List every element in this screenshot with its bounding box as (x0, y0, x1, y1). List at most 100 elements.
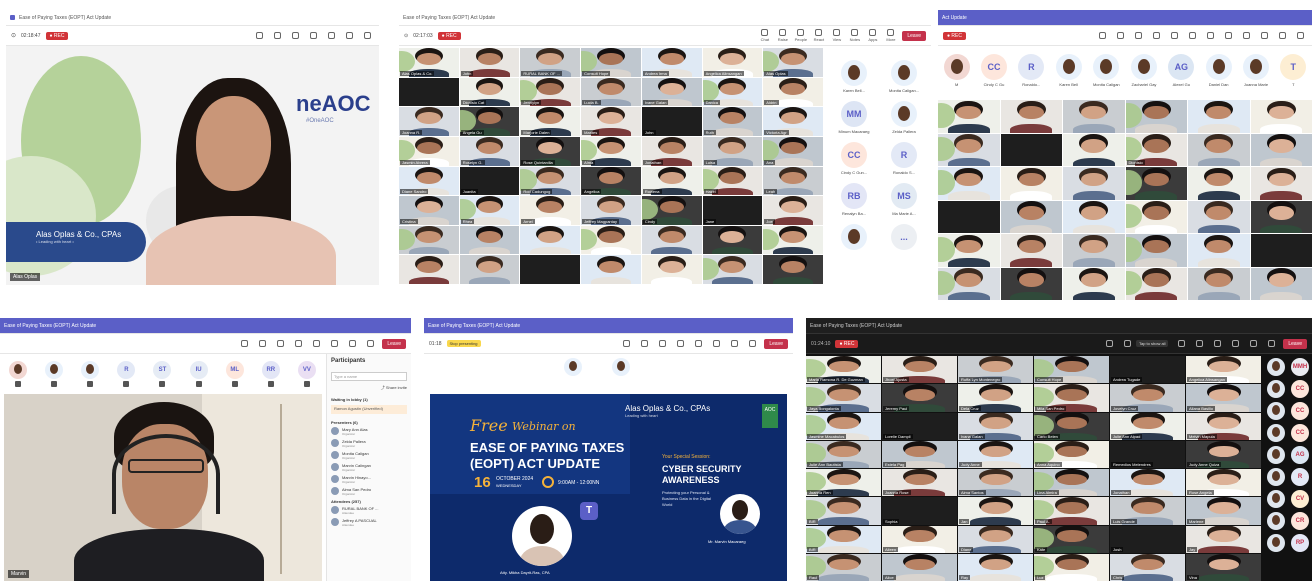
participant-card[interactable]: ML (225, 361, 244, 387)
video-tile[interactable]: Lina Almira (1034, 469, 1109, 497)
video-tile[interactable]: Diane Sandro (399, 166, 459, 196)
video-tile[interactable]: Josh (1110, 525, 1185, 553)
video-tile[interactable]: Consult Hope (1034, 356, 1109, 384)
video-tile[interactable]: Jasmine Macabulos (806, 412, 881, 440)
participant-card[interactable]: R (117, 361, 136, 387)
video-tile[interactable]: Joanna Rose (882, 469, 957, 497)
video-tile[interactable]: Victoria Agr (763, 107, 823, 136)
participant-card[interactable]: Karen Bell... (841, 60, 867, 93)
share-button[interactable] (1294, 32, 1307, 39)
video-tile[interactable]: Cindy (641, 196, 702, 225)
avatar[interactable]: MM (841, 101, 867, 127)
avatar[interactable]: IU (189, 361, 208, 379)
notes-button[interactable] (328, 340, 341, 347)
avatar[interactable] (1242, 54, 1269, 80)
video-tile[interactable]: Angelica (581, 166, 641, 196)
video-tile[interactable] (763, 225, 823, 255)
notes-button[interactable] (710, 340, 723, 347)
avatar[interactable] (1267, 446, 1285, 464)
video-tile[interactable]: Maria Ramona R. De Guzman (806, 356, 881, 384)
video-tile[interactable]: Juanita (459, 166, 520, 196)
participant-card[interactable]: CC Cindy C Gun... (841, 142, 867, 175)
avatar[interactable]: CC (980, 54, 1007, 80)
video-tile[interactable]: Jaya Bongalonta (806, 384, 881, 412)
people-button[interactable] (289, 32, 302, 39)
avatar[interactable] (943, 54, 970, 80)
video-tile[interactable] (399, 77, 459, 107)
video-tile[interactable] (641, 255, 702, 284)
video-tile[interactable]: Andrea Irma (641, 48, 702, 77)
participant-card[interactable]: RR (261, 361, 280, 387)
video-tile[interactable] (1125, 167, 1187, 200)
avatar[interactable]: R (117, 361, 136, 379)
participant-row[interactable]: Marvin Calingan Organizer (331, 461, 407, 473)
video-tile[interactable]: Alas Oplas (763, 48, 823, 77)
avatar[interactable]: MMH (1291, 358, 1309, 376)
avatar[interactable]: T (1280, 54, 1307, 80)
participant-card[interactable]: R Ronaldo... (1018, 54, 1045, 87)
avatar[interactable]: RB (841, 183, 867, 209)
raise-button[interactable] (1121, 340, 1134, 347)
avatar[interactable]: R (1291, 468, 1309, 486)
avatar[interactable] (1267, 512, 1285, 530)
video-tile[interactable]: Consult Hope (581, 48, 641, 77)
video-tile[interactable]: Alma Santos (958, 469, 1033, 497)
rooms-button[interactable] (1204, 32, 1217, 39)
raise-button[interactable] (1114, 32, 1127, 39)
video-tile[interactable] (1000, 234, 1062, 267)
video-tile[interactable]: Paul A. (1034, 497, 1109, 525)
video-tile[interactable] (459, 225, 520, 255)
avatar[interactable] (1205, 54, 1232, 80)
participant-card[interactable]: MM Minum Macaraeg (839, 101, 869, 134)
video-tile[interactable]: Remedios Melendres (1110, 440, 1185, 468)
avatar[interactable]: CC (1291, 424, 1309, 442)
lobby-item[interactable]: Ramon Agustin (Unverified) (331, 405, 407, 414)
video-tile[interactable]: Angela Gu (459, 107, 520, 136)
video-tile[interactable]: Jhoel Ajusta (882, 356, 957, 384)
react-button[interactable]: React (812, 29, 825, 42)
video-tile[interactable]: Ruth (702, 107, 763, 136)
video-tile[interactable] (938, 167, 1000, 200)
video-tile[interactable] (1250, 100, 1312, 133)
video-tile[interactable] (581, 225, 641, 255)
avatar[interactable] (81, 361, 100, 379)
leave-button[interactable]: Leave (382, 338, 406, 349)
video-tile[interactable]: Rose Quintanilla (520, 136, 581, 166)
video-tile[interactable]: Ruffa Lyn Montenegro (958, 356, 1033, 384)
avatar[interactable]: CR (1291, 512, 1309, 530)
video-tile[interactable] (1063, 234, 1125, 267)
avatar[interactable] (891, 101, 917, 127)
avatar[interactable]: CC (840, 142, 867, 168)
video-tile[interactable]: Jay (1186, 525, 1261, 553)
video-tile[interactable]: Jeremy Paul (882, 384, 957, 412)
apps-button[interactable]: Apps (866, 29, 879, 42)
search-input[interactable]: Type a name (331, 372, 407, 381)
avatar[interactable]: MS (891, 183, 917, 209)
notes-button[interactable] (1186, 32, 1199, 39)
video-tile[interactable]: Hazel (702, 166, 763, 196)
more-button[interactable] (364, 340, 377, 347)
participant-row[interactable]: Monita Caligan Organizer (331, 449, 407, 461)
video-tile[interactable] (1125, 234, 1187, 267)
participant-card[interactable]: MS Ma Marie A... (891, 183, 917, 216)
avatar[interactable]: ST (153, 361, 172, 379)
view-button[interactable] (325, 32, 338, 39)
more-button[interactable] (361, 32, 374, 39)
camera-button[interactable] (746, 340, 759, 347)
video-tile[interactable]: RURAL BANK OF ... (520, 48, 581, 77)
video-tile[interactable]: Dionisio Cat (459, 77, 520, 107)
video-tile[interactable]: Jennylyn (520, 77, 581, 107)
raise-button[interactable] (638, 340, 651, 347)
video-tile[interactable]: Rowena (641, 166, 702, 196)
participant-row[interactable]: Zelda Pallera Organizer (331, 437, 407, 449)
avatar[interactable] (45, 361, 64, 379)
participant-card[interactable]: RB Renalyn Ba... (841, 183, 867, 216)
video-tile[interactable]: Aileen (882, 525, 957, 553)
video-tile[interactable] (641, 225, 702, 255)
participant-card[interactable]: Monita Caligan (1093, 54, 1120, 87)
participant-card[interactable] (841, 224, 867, 252)
avatar[interactable] (1093, 54, 1120, 80)
video-tile[interactable] (399, 255, 459, 284)
chat-button[interactable]: Chat (758, 29, 771, 42)
video-tile[interactable]: Allana Basilio (1186, 384, 1261, 412)
